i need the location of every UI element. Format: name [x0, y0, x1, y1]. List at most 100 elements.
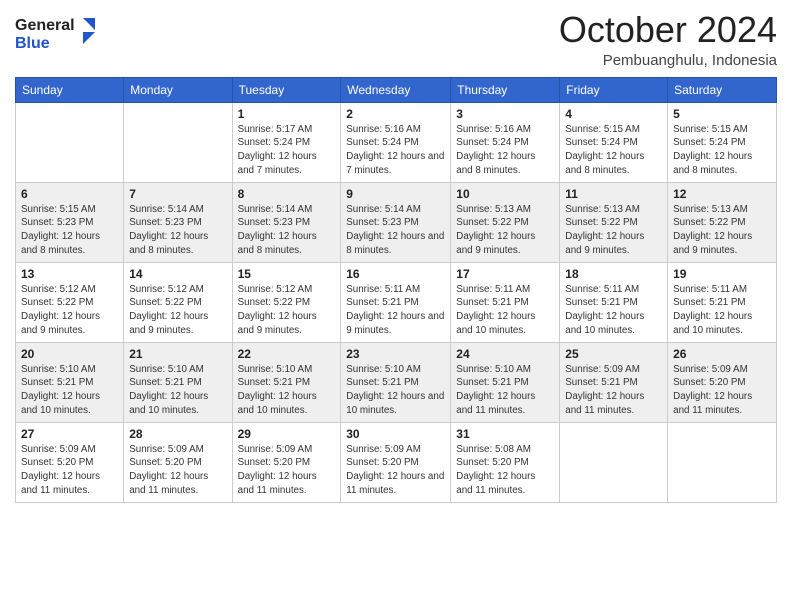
calendar-cell: 1 Sunrise: 5:17 AMSunset: 5:24 PMDaylight… — [232, 102, 341, 182]
day-info: Sunrise: 5:09 AMSunset: 5:20 PMDaylight:… — [673, 363, 771, 418]
calendar-header-row: SundayMondayTuesdayWednesdayThursdayFrid… — [16, 77, 777, 102]
day-info: Sunrise: 5:11 AMSunset: 5:21 PMDaylight:… — [346, 283, 445, 338]
day-info: Sunrise: 5:16 AMSunset: 5:24 PMDaylight:… — [456, 123, 554, 178]
logo: General Blue — [15, 10, 105, 61]
calendar-cell: 28 Sunrise: 5:09 AMSunset: 5:20 PMDayligh… — [124, 422, 232, 502]
calendar-cell: 27 Sunrise: 5:09 AMSunset: 5:20 PMDayligh… — [16, 422, 124, 502]
calendar-cell — [16, 102, 124, 182]
weekday-header-wednesday: Wednesday — [341, 77, 451, 102]
day-number: 28 — [129, 427, 226, 441]
day-number: 24 — [456, 347, 554, 361]
calendar-cell: 22Sunrise: 5:10 AMSunset: 5:21 PMDayligh… — [232, 342, 341, 422]
day-number: 26 — [673, 347, 771, 361]
day-info: Sunrise: 5:14 AMSunset: 5:23 PMDaylight:… — [346, 203, 445, 258]
calendar-cell: 13Sunrise: 5:12 AMSunset: 5:22 PMDayligh… — [16, 262, 124, 342]
day-number: 18 — [565, 267, 662, 281]
weekday-header-tuesday: Tuesday — [232, 77, 341, 102]
calendar-week-5: 27 Sunrise: 5:09 AMSunset: 5:20 PMDayligh… — [16, 422, 777, 502]
calendar-cell: 21 Sunrise: 5:10 AMSunset: 5:21 PMDayligh… — [124, 342, 232, 422]
weekday-header-saturday: Saturday — [668, 77, 777, 102]
day-number: 6 — [21, 187, 118, 201]
svg-text:General: General — [15, 17, 75, 34]
location-title: Pembuanghulu, Indonesia — [559, 52, 777, 69]
day-info: Sunrise: 5:13 AMSunset: 5:22 PMDaylight:… — [565, 203, 662, 258]
day-number: 12 — [673, 187, 771, 201]
day-info: Sunrise: 5:10 AMSunset: 5:21 PMDaylight:… — [456, 363, 554, 418]
calendar-cell: 7 Sunrise: 5:14 AMSunset: 5:23 PMDaylight… — [124, 182, 232, 262]
title-area: October 2024 Pembuanghulu, Indonesia — [559, 10, 777, 69]
day-info: Sunrise: 5:14 AMSunset: 5:23 PMDaylight:… — [238, 203, 336, 258]
day-number: 29 — [238, 427, 336, 441]
calendar-cell — [560, 422, 668, 502]
page: General Blue October 2024 Pembuanghulu, … — [0, 0, 792, 612]
weekday-header-friday: Friday — [560, 77, 668, 102]
day-info: Sunrise: 5:15 AMSunset: 5:24 PMDaylight:… — [565, 123, 662, 178]
day-info: Sunrise: 5:10 AMSunset: 5:21 PMDaylight:… — [21, 363, 118, 418]
weekday-header-sunday: Sunday — [16, 77, 124, 102]
calendar-cell: 4Sunrise: 5:15 AMSunset: 5:24 PMDaylight… — [560, 102, 668, 182]
day-info: Sunrise: 5:14 AMSunset: 5:23 PMDaylight:… — [129, 203, 226, 258]
calendar-cell: 26 Sunrise: 5:09 AMSunset: 5:20 PMDayligh… — [668, 342, 777, 422]
calendar-cell: 15Sunrise: 5:12 AMSunset: 5:22 PMDayligh… — [232, 262, 341, 342]
day-number: 23 — [346, 347, 445, 361]
day-number: 7 — [129, 187, 226, 201]
calendar-week-1: 1 Sunrise: 5:17 AMSunset: 5:24 PMDaylight… — [16, 102, 777, 182]
day-number: 9 — [346, 187, 445, 201]
svg-text:Blue: Blue — [15, 35, 50, 52]
calendar-cell: 29 Sunrise: 5:09 AMSunset: 5:20 PMDayligh… — [232, 422, 341, 502]
calendar-cell: 12 Sunrise: 5:13 AMSunset: 5:22 PMDayligh… — [668, 182, 777, 262]
day-info: Sunrise: 5:10 AMSunset: 5:21 PMDaylight:… — [129, 363, 226, 418]
calendar-cell: 20 Sunrise: 5:10 AMSunset: 5:21 PMDayligh… — [16, 342, 124, 422]
calendar-week-2: 6 Sunrise: 5:15 AMSunset: 5:23 PMDaylight… — [16, 182, 777, 262]
day-info: Sunrise: 5:15 AMSunset: 5:23 PMDaylight:… — [21, 203, 118, 258]
day-number: 16 — [346, 267, 445, 281]
day-info: Sunrise: 5:16 AMSunset: 5:24 PMDaylight:… — [346, 123, 445, 178]
calendar-cell: 6 Sunrise: 5:15 AMSunset: 5:23 PMDaylight… — [16, 182, 124, 262]
day-info: Sunrise: 5:17 AMSunset: 5:24 PMDaylight:… — [238, 123, 336, 178]
day-number: 2 — [346, 107, 445, 121]
calendar-cell: 3Sunrise: 5:16 AMSunset: 5:24 PMDaylight… — [451, 102, 560, 182]
day-number: 14 — [129, 267, 226, 281]
calendar-cell: 9 Sunrise: 5:14 AMSunset: 5:23 PMDaylight… — [341, 182, 451, 262]
calendar-cell: 16 Sunrise: 5:11 AMSunset: 5:21 PMDayligh… — [341, 262, 451, 342]
calendar-cell: 8Sunrise: 5:14 AMSunset: 5:23 PMDaylight… — [232, 182, 341, 262]
day-number: 25 — [565, 347, 662, 361]
calendar-cell: 5Sunrise: 5:15 AMSunset: 5:24 PMDaylight… — [668, 102, 777, 182]
day-number: 27 — [21, 427, 118, 441]
day-info: Sunrise: 5:09 AMSunset: 5:20 PMDaylight:… — [129, 443, 226, 498]
day-info: Sunrise: 5:09 AMSunset: 5:20 PMDaylight:… — [346, 443, 445, 498]
day-number: 13 — [21, 267, 118, 281]
day-info: Sunrise: 5:10 AMSunset: 5:21 PMDaylight:… — [238, 363, 336, 418]
calendar-cell: 17Sunrise: 5:11 AMSunset: 5:21 PMDayligh… — [451, 262, 560, 342]
calendar-cell: 25 Sunrise: 5:09 AMSunset: 5:21 PMDayligh… — [560, 342, 668, 422]
day-info: Sunrise: 5:12 AMSunset: 5:22 PMDaylight:… — [129, 283, 226, 338]
header: General Blue October 2024 Pembuanghulu, … — [15, 10, 777, 69]
calendar-cell: 19 Sunrise: 5:11 AMSunset: 5:21 PMDayligh… — [668, 262, 777, 342]
day-number: 31 — [456, 427, 554, 441]
logo-svg: General Blue — [15, 10, 105, 56]
day-info: Sunrise: 5:09 AMSunset: 5:20 PMDaylight:… — [238, 443, 336, 498]
calendar-cell: 14 Sunrise: 5:12 AMSunset: 5:22 PMDayligh… — [124, 262, 232, 342]
month-title: October 2024 — [559, 10, 777, 50]
day-info: Sunrise: 5:11 AMSunset: 5:21 PMDaylight:… — [673, 283, 771, 338]
day-number: 20 — [21, 347, 118, 361]
day-number: 17 — [456, 267, 554, 281]
day-info: Sunrise: 5:11 AMSunset: 5:21 PMDaylight:… — [565, 283, 662, 338]
day-number: 21 — [129, 347, 226, 361]
day-info: Sunrise: 5:09 AMSunset: 5:20 PMDaylight:… — [21, 443, 118, 498]
weekday-header-thursday: Thursday — [451, 77, 560, 102]
day-number: 19 — [673, 267, 771, 281]
calendar-week-4: 20 Sunrise: 5:10 AMSunset: 5:21 PMDayligh… — [16, 342, 777, 422]
calendar-cell: 23Sunrise: 5:10 AMSunset: 5:21 PMDayligh… — [341, 342, 451, 422]
day-info: Sunrise: 5:12 AMSunset: 5:22 PMDaylight:… — [238, 283, 336, 338]
day-info: Sunrise: 5:09 AMSunset: 5:21 PMDaylight:… — [565, 363, 662, 418]
calendar-table: SundayMondayTuesdayWednesdayThursdayFrid… — [15, 77, 777, 503]
calendar-cell: 31Sunrise: 5:08 AMSunset: 5:20 PMDayligh… — [451, 422, 560, 502]
calendar-cell: 11 Sunrise: 5:13 AMSunset: 5:22 PMDayligh… — [560, 182, 668, 262]
day-number: 1 — [238, 107, 336, 121]
calendar-cell: 30Sunrise: 5:09 AMSunset: 5:20 PMDayligh… — [341, 422, 451, 502]
day-number: 11 — [565, 187, 662, 201]
day-info: Sunrise: 5:13 AMSunset: 5:22 PMDaylight:… — [673, 203, 771, 258]
day-number: 5 — [673, 107, 771, 121]
calendar-cell: 10Sunrise: 5:13 AMSunset: 5:22 PMDayligh… — [451, 182, 560, 262]
